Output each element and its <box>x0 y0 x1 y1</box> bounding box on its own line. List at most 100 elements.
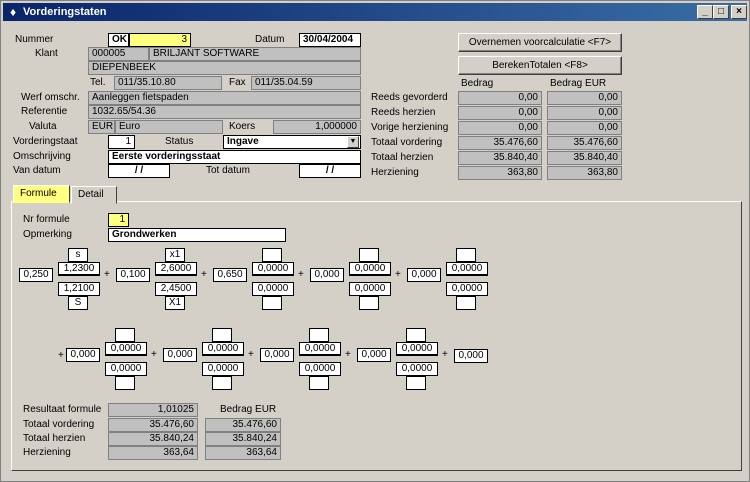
denominator-field[interactable]: 1,2100 <box>58 282 100 296</box>
denominator-field[interactable]: 0,0000 <box>299 362 341 376</box>
resultaat-formule-field: 1,01025 <box>108 403 198 417</box>
denominator-field[interactable]: 0,0000 <box>202 362 244 376</box>
koers-field: 1,000000 <box>273 120 361 134</box>
numerator-field[interactable]: 0,0000 <box>202 342 244 356</box>
valuta-label: Valuta <box>29 121 57 132</box>
nummer-input[interactable]: 3 <box>129 33 191 47</box>
index-top-field[interactable] <box>359 248 379 262</box>
denominator-field[interactable]: 0,0000 <box>349 282 391 296</box>
window-title: Vorderingstaten <box>23 6 107 18</box>
totals-eur-field: 0,00 <box>547 91 622 105</box>
tot-datum-input[interactable]: / / <box>299 164 361 178</box>
werf-label: Werf omschr. <box>21 92 80 103</box>
coefficient-field[interactable]: 0,000 <box>66 348 100 362</box>
datum-input[interactable]: 30/04/2004 <box>299 33 361 47</box>
valuta-name-field: Euro <box>115 120 223 134</box>
totals-row-label: Totaal herzien <box>371 152 434 163</box>
coefficient-field[interactable]: 0,000 <box>260 348 294 362</box>
denominator-field[interactable]: 0,0000 <box>446 282 488 296</box>
denominator-field[interactable]: 0,0000 <box>252 282 294 296</box>
klant-label: Klant <box>35 48 58 59</box>
numerator-field[interactable]: 0,0000 <box>299 342 341 356</box>
koers-label: Koers <box>229 121 256 132</box>
index-bottom-field[interactable] <box>406 376 426 390</box>
minimize-icon[interactable]: _ <box>697 5 713 19</box>
index-bottom-field[interactable] <box>115 376 135 390</box>
close-icon[interactable]: × <box>731 5 747 19</box>
klant-code-field[interactable]: 000005 <box>88 47 149 61</box>
numerator-field[interactable]: 2,6000 <box>155 262 197 276</box>
valuta-code-field: EUR <box>88 120 115 134</box>
referentie-label: Referentie <box>21 106 68 117</box>
index-bottom-field[interactable]: X1 <box>165 296 185 310</box>
nr-formule-input[interactable]: 1 <box>108 213 129 227</box>
coefficient-field[interactable]: 0,000 <box>163 348 197 362</box>
van-datum-input[interactable]: / / <box>108 164 170 178</box>
totals-eur-field: 35.840,40 <box>547 151 622 165</box>
totals-row-label: Reeds herzien <box>371 107 436 118</box>
totals-eur-field: 0,00 <box>547 121 622 135</box>
numerator-field[interactable]: 0,0000 <box>105 342 147 356</box>
index-top-field[interactable] <box>456 248 476 262</box>
plus-operator: + <box>298 269 304 280</box>
numerator-field[interactable]: 1,2300 <box>58 262 100 276</box>
denominator-field[interactable]: 2,4500 <box>155 282 197 296</box>
vorderingstaten-window: ♦ Vorderingstaten _ □ × Nummer OK 3 Datu… <box>0 0 750 482</box>
index-bottom-field[interactable] <box>456 296 476 310</box>
vorderingstaat-field[interactable]: 1 <box>108 135 135 149</box>
index-bottom-field[interactable]: S <box>68 296 88 310</box>
coefficient-field[interactable]: 0,000 <box>407 268 441 282</box>
coefficient-field[interactable]: 0,000 <box>357 348 391 362</box>
maximize-icon[interactable]: □ <box>713 5 729 19</box>
coefficient-field[interactable]: 0,650 <box>213 268 247 282</box>
index-top-field[interactable] <box>262 248 282 262</box>
klant-city-field: DIEPENBEEK <box>88 61 361 75</box>
index-top-field[interactable]: s <box>68 248 88 262</box>
numerator-field[interactable]: 0,0000 <box>252 262 294 276</box>
index-top-field[interactable] <box>115 328 135 342</box>
coefficient-field[interactable]: 0,100 <box>116 268 150 282</box>
nr-formule-label: Nr formule <box>23 214 70 225</box>
status-select[interactable]: Ingave <box>223 135 361 149</box>
coefficient-field[interactable]: 0,250 <box>19 268 53 282</box>
fax-field: 011/35.04.59 <box>251 76 361 90</box>
overnemen-voorcalculatie-button[interactable]: Overnemen voorcalculatie <F7> <box>458 33 622 52</box>
summary-value-field: 35.476,60 <box>108 418 198 432</box>
omschrijving-input[interactable]: Eerste vorderingsstaat <box>108 150 361 164</box>
werf-field: Aanleggen fietspaden <box>88 91 361 105</box>
tab-formule[interactable]: Formule <box>13 185 70 203</box>
index-bottom-field[interactable] <box>212 376 232 390</box>
index-top-field[interactable] <box>309 328 329 342</box>
opmerking-label: Opmerking <box>23 229 72 240</box>
totals-row-label: Herziening <box>371 167 419 178</box>
summary-eur-field: 35.476,60 <box>205 418 281 432</box>
coefficient-field[interactable]: 0,000 <box>310 268 344 282</box>
numerator-field[interactable]: 0,0000 <box>446 262 488 276</box>
van-datum-label: Van datum <box>13 165 61 176</box>
numerator-field[interactable]: 0,0000 <box>349 262 391 276</box>
chevron-down-icon[interactable]: ▼ <box>347 136 359 148</box>
plus-operator: + <box>104 269 110 280</box>
plus-operator: + <box>151 349 157 360</box>
plus-operator: + <box>58 350 64 361</box>
denominator-field[interactable]: 0,0000 <box>105 362 147 376</box>
bereken-totalen-button[interactable]: BerekenTotalen <F8> <box>458 56 622 75</box>
vorderingstaat-label: Vorderingstaat <box>13 136 78 147</box>
denominator-field[interactable]: 0,0000 <box>396 362 438 376</box>
tab-detail[interactable]: Detail <box>71 186 117 204</box>
plus-operator: + <box>201 269 207 280</box>
index-bottom-field[interactable] <box>309 376 329 390</box>
index-top-field[interactable]: x1 <box>165 248 185 262</box>
index-bottom-field[interactable] <box>359 296 379 310</box>
datum-label: Datum <box>255 34 285 45</box>
numerator-field[interactable]: 0,0000 <box>396 342 438 356</box>
index-top-field[interactable] <box>212 328 232 342</box>
index-top-field[interactable] <box>406 328 426 342</box>
index-bottom-field[interactable] <box>262 296 282 310</box>
coefficient-field[interactable]: 0,000 <box>454 349 488 363</box>
referentie-field: 1032.65/54.36 <box>88 105 361 119</box>
bedrag-eur-col-header: Bedrag EUR <box>550 78 607 89</box>
plus-operator: + <box>345 349 351 360</box>
opmerking-input[interactable]: Grondwerken <box>108 228 286 242</box>
summary-row-label: Herziening <box>23 447 71 458</box>
